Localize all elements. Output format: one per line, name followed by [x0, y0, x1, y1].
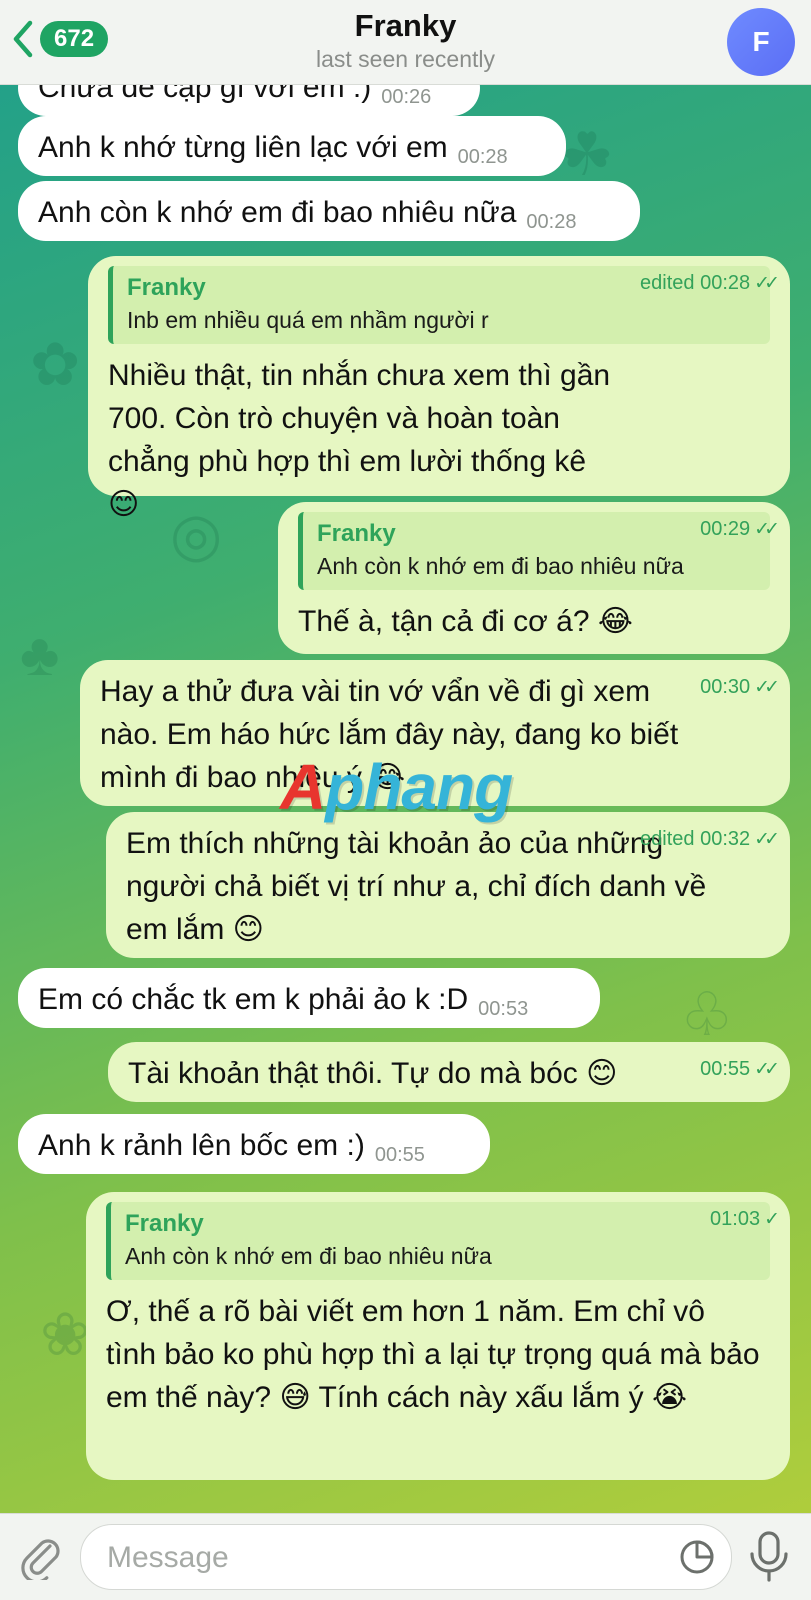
message-bubble-incoming[interactable]: Anh k nhớ từng liên lạc với em 00:28 [18, 116, 566, 176]
message-time-row: edited 00:28 ✓✓ [640, 262, 780, 484]
message-time: 00:28 [457, 146, 508, 168]
message-time-row: 00:55 ✓✓ [700, 1048, 780, 1090]
message-bubble-incoming[interactable]: Chưa đề cập gì với em :) 00:26 [18, 84, 480, 116]
message-time-row: 00:29 ✓✓ [700, 508, 780, 642]
reply-preview[interactable]: Franky Anh còn k nhớ em đi bao nhiêu nữa [106, 1202, 770, 1280]
message-bubble-outgoing[interactable]: Franky Anh còn k nhớ em đi bao nhiêu nữa… [278, 502, 790, 654]
message-time: 00:55 [374, 1144, 425, 1166]
watermark-logo: Aphang [280, 751, 513, 823]
message-time-row: 01:03 ✓ [710, 1198, 780, 1468]
reply-author: Franky [125, 1210, 204, 1237]
message-time: 00:26 [381, 86, 432, 108]
chat-status: last seen recently [316, 46, 495, 72]
message-time: 01:03 [710, 1208, 761, 1230]
message-bubble-outgoing[interactable]: Tài khoản thật thôi. Tự do mà bóc 😊 00:5… [108, 1042, 790, 1102]
message-bubble-incoming[interactable]: Em có chắc tk em k phải ảo k :D 00:53 [18, 968, 600, 1028]
message-time: edited 00:28 [640, 272, 751, 294]
double-check-icon: ✓✓ [754, 829, 780, 850]
message-bubble-outgoing[interactable]: Franky Anh còn k nhớ em đi bao nhiêu nữa… [86, 1192, 790, 1480]
message-bubble-incoming[interactable]: Anh còn k nhớ em đi bao nhiêu nữa 00:28 [18, 181, 640, 241]
chat-header: 672 Franky last seen recently F [0, 0, 811, 85]
message-text: Tài khoản thật thôi. Tự do mà bóc 😊 [128, 1057, 618, 1090]
message-bubble-outgoing[interactable]: Em thích những tài khoản ảo của những ng… [106, 812, 790, 958]
message-text: Em có chắc tk em k phải ảo k :D [38, 983, 469, 1016]
reply-author: Franky [317, 520, 396, 547]
message-time: 00:30 [700, 676, 751, 698]
message-time: 00:28 [526, 211, 577, 233]
message-time: edited 00:32 [640, 828, 751, 850]
message-bubble-incoming[interactable]: Anh k rảnh lên bốc em :) 00:55 [18, 1114, 490, 1174]
message-input[interactable] [105, 1537, 649, 1579]
message-field[interactable] [80, 1524, 732, 1590]
composer-bar [0, 1513, 811, 1600]
sticker-icon[interactable] [679, 1539, 715, 1575]
message-text: Chưa đề cập gì với em :) [38, 84, 372, 104]
paperclip-icon[interactable] [16, 1532, 64, 1580]
reply-text: Anh còn k nhớ em đi bao nhiêu nữa [125, 1243, 492, 1269]
message-time: 00:29 [700, 518, 751, 540]
chat-title[interactable]: Franky [0, 8, 811, 44]
check-icon: ✓ [764, 1209, 780, 1230]
message-time-row: 00:30 ✓✓ [700, 666, 780, 794]
avatar[interactable]: F [727, 8, 795, 76]
reply-text: Anh còn k nhớ em đi bao nhiêu nữa [317, 553, 684, 579]
double-check-icon: ✓✓ [754, 677, 780, 698]
message-time: 00:53 [478, 998, 529, 1020]
message-text: Anh k rảnh lên bốc em :) [38, 1129, 365, 1162]
message-time-row: edited 00:32 ✓✓ [640, 818, 780, 946]
message-text: Anh còn k nhớ em đi bao nhiêu nữa [38, 196, 517, 229]
double-check-icon: ✓✓ [754, 273, 780, 294]
microphone-icon[interactable] [747, 1530, 791, 1584]
message-text: Anh k nhớ từng liên lạc với em [38, 131, 448, 164]
double-check-icon: ✓✓ [754, 1059, 780, 1080]
message-text: Ơ, thế a rõ bài viết em hơn 1 năm. Em ch… [106, 1295, 760, 1414]
message-time: 00:55 [700, 1058, 751, 1080]
double-check-icon: ✓✓ [754, 519, 780, 540]
message-bubble-outgoing[interactable]: Franky Inb em nhiều quá em nhầm người r … [88, 256, 790, 521]
